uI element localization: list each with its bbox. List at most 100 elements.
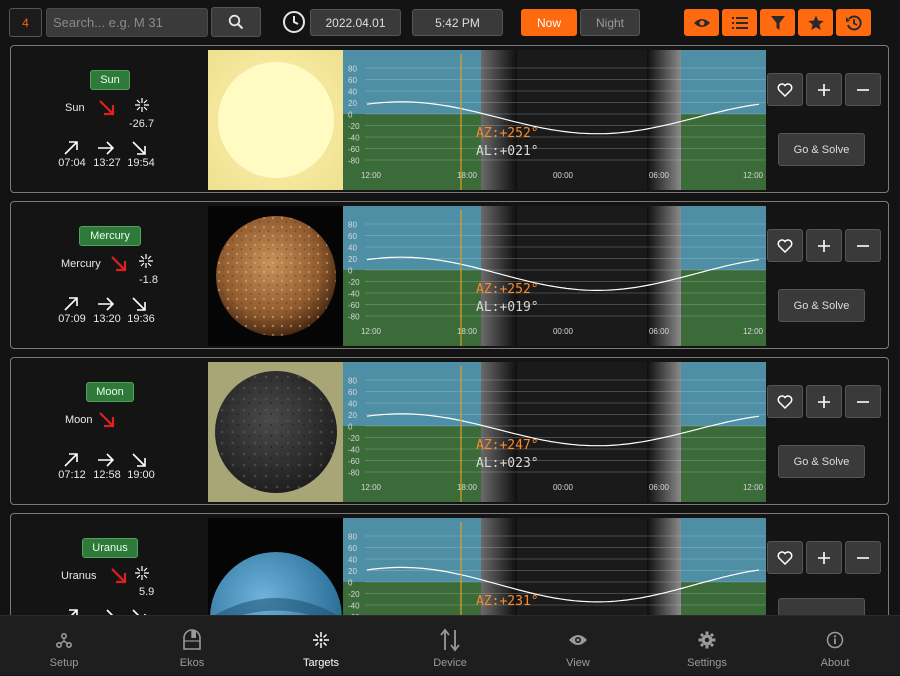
remove-button[interactable] xyxy=(845,229,881,262)
go-and-solve-button[interactable]: Go & Solve xyxy=(778,289,865,322)
x-tick-label: 06:00 xyxy=(649,483,670,492)
transit-arrow-icon xyxy=(98,141,115,155)
setting-arrow-icon xyxy=(99,100,115,116)
altitude-chart-panel[interactable]: 806040200-20-40-60-8012:0018:0000:0006:0… xyxy=(343,50,766,190)
search-input[interactable] xyxy=(46,8,208,37)
magnitude-star-icon xyxy=(139,254,153,268)
add-button[interactable] xyxy=(806,73,842,106)
minus-icon xyxy=(857,556,869,559)
target-card-moon: Moon Moon 07:12 12:58 19:00 80 60 40 20 0 -20 -… xyxy=(10,357,889,505)
y-tick-label: 80 xyxy=(348,533,357,542)
search-icon xyxy=(228,14,244,30)
favorite-button[interactable] xyxy=(767,229,803,262)
azimuth-readout: AZ:+231° xyxy=(476,594,539,609)
azimuth-readout: AZ:+252° xyxy=(476,126,539,141)
set-arrow-icon xyxy=(132,453,146,467)
azimuth-readout: AZ:+247° xyxy=(476,438,539,453)
altitude-chart-panel[interactable]: 806040200-20-40-60-8012:0018:0000:0006:0… xyxy=(343,362,766,502)
go-and-solve-button[interactable]: Go & Solve xyxy=(778,445,865,478)
history-button[interactable] xyxy=(836,9,871,36)
y-tick-label: 20 xyxy=(348,411,357,420)
add-button[interactable] xyxy=(806,385,842,418)
setup-icon xyxy=(55,628,73,652)
y-tick-label: 20 xyxy=(348,99,357,108)
x-tick-label: 12:00 xyxy=(361,483,382,492)
date-field[interactable]: 2022.04.01 xyxy=(310,9,401,36)
x-tick-label: 12:00 xyxy=(743,483,764,492)
tab-view[interactable]: View xyxy=(514,616,642,676)
y-tick-label: 80 xyxy=(348,377,357,386)
add-button[interactable] xyxy=(806,229,842,262)
target-info: Mercury Mercury -1.8 07:09 13:20 19:36 xyxy=(11,202,209,348)
tab-label: Setup xyxy=(49,657,79,669)
setting-arrow-icon xyxy=(111,568,127,584)
setting-arrow-icon xyxy=(99,412,115,428)
device-icon xyxy=(440,628,460,652)
search-button[interactable] xyxy=(211,7,261,37)
minus-icon xyxy=(857,88,869,91)
go-and-solve-button[interactable]: Go & Solve xyxy=(778,133,865,166)
altitude-readout: AL:+021° xyxy=(476,144,539,159)
favorite-button[interactable] xyxy=(767,385,803,418)
target-thumbnail[interactable] xyxy=(208,362,344,502)
y-tick-label: 20 xyxy=(348,255,357,264)
about-icon xyxy=(826,628,844,652)
add-button[interactable] xyxy=(806,541,842,574)
y-tick-label: -40 xyxy=(348,446,360,455)
y-tick-label: 60 xyxy=(348,544,357,553)
y-tick-label: -40 xyxy=(348,602,360,611)
x-tick-label: 06:00 xyxy=(649,327,670,336)
target-name-chip[interactable]: Moon xyxy=(86,382,134,402)
remove-button[interactable] xyxy=(845,385,881,418)
filter-icon xyxy=(770,15,785,30)
y-tick-label: 80 xyxy=(348,221,357,230)
y-tick-label: -20 xyxy=(348,122,360,131)
y-tick-label: -40 xyxy=(348,290,360,299)
x-tick-label: 12:00 xyxy=(743,327,764,336)
favorites-button[interactable] xyxy=(798,9,833,36)
filter-button[interactable] xyxy=(760,9,795,36)
altitude-chart-panel[interactable]: 806040200-20-40-60-8012:0018:0000:0006:0… xyxy=(343,206,766,346)
target-label: Sun xyxy=(65,102,85,114)
tab-about[interactable]: About xyxy=(771,616,899,676)
y-tick-label: -80 xyxy=(348,469,360,478)
remove-button[interactable] xyxy=(845,541,881,574)
tab-settings[interactable]: Settings xyxy=(643,616,771,676)
now-button[interactable]: Now xyxy=(521,9,577,36)
rise-arrow-icon xyxy=(64,141,78,155)
clock-icon[interactable] xyxy=(282,10,306,39)
tab-setup[interactable]: Setup xyxy=(0,616,128,676)
minus-icon xyxy=(857,400,869,403)
y-tick-label: 0 xyxy=(348,579,353,588)
target-count-badge[interactable]: 4 xyxy=(9,8,42,37)
target-thumbnail[interactable] xyxy=(208,206,344,346)
set-arrow-icon xyxy=(132,297,146,311)
night-button[interactable]: Night xyxy=(580,9,640,36)
remove-button[interactable] xyxy=(845,73,881,106)
y-tick-label: 0 xyxy=(348,423,353,432)
setting-arrow-icon xyxy=(111,256,127,272)
favorite-button[interactable] xyxy=(767,541,803,574)
tab-ekos[interactable]: Ekos xyxy=(128,616,256,676)
minus-icon xyxy=(857,244,869,247)
tab-label: Targets xyxy=(302,657,340,669)
favorite-button[interactable] xyxy=(767,73,803,106)
rise-arrow-icon xyxy=(64,297,78,311)
plus-icon xyxy=(818,551,830,564)
azimuth-readout: AZ:+252° xyxy=(476,282,539,297)
target-name-chip[interactable]: Mercury xyxy=(79,226,141,246)
target-name-chip[interactable]: Sun xyxy=(90,70,130,90)
heart-icon xyxy=(777,82,793,97)
y-tick-label: 60 xyxy=(348,76,357,85)
list-button[interactable] xyxy=(722,9,757,36)
target-thumbnail[interactable] xyxy=(208,50,344,190)
target-info: Moon Moon 07:12 12:58 19:00 xyxy=(11,358,209,504)
heart-icon xyxy=(777,238,793,253)
target-name-chip[interactable]: Uranus xyxy=(82,538,138,558)
visibility-filter-button[interactable] xyxy=(684,9,719,36)
target-label: Uranus xyxy=(61,570,97,582)
star-icon xyxy=(807,15,824,30)
time-field[interactable]: 5:42 PM xyxy=(412,9,503,36)
tab-targets[interactable]: Targets xyxy=(257,616,385,676)
tab-device[interactable]: Device xyxy=(386,616,514,676)
